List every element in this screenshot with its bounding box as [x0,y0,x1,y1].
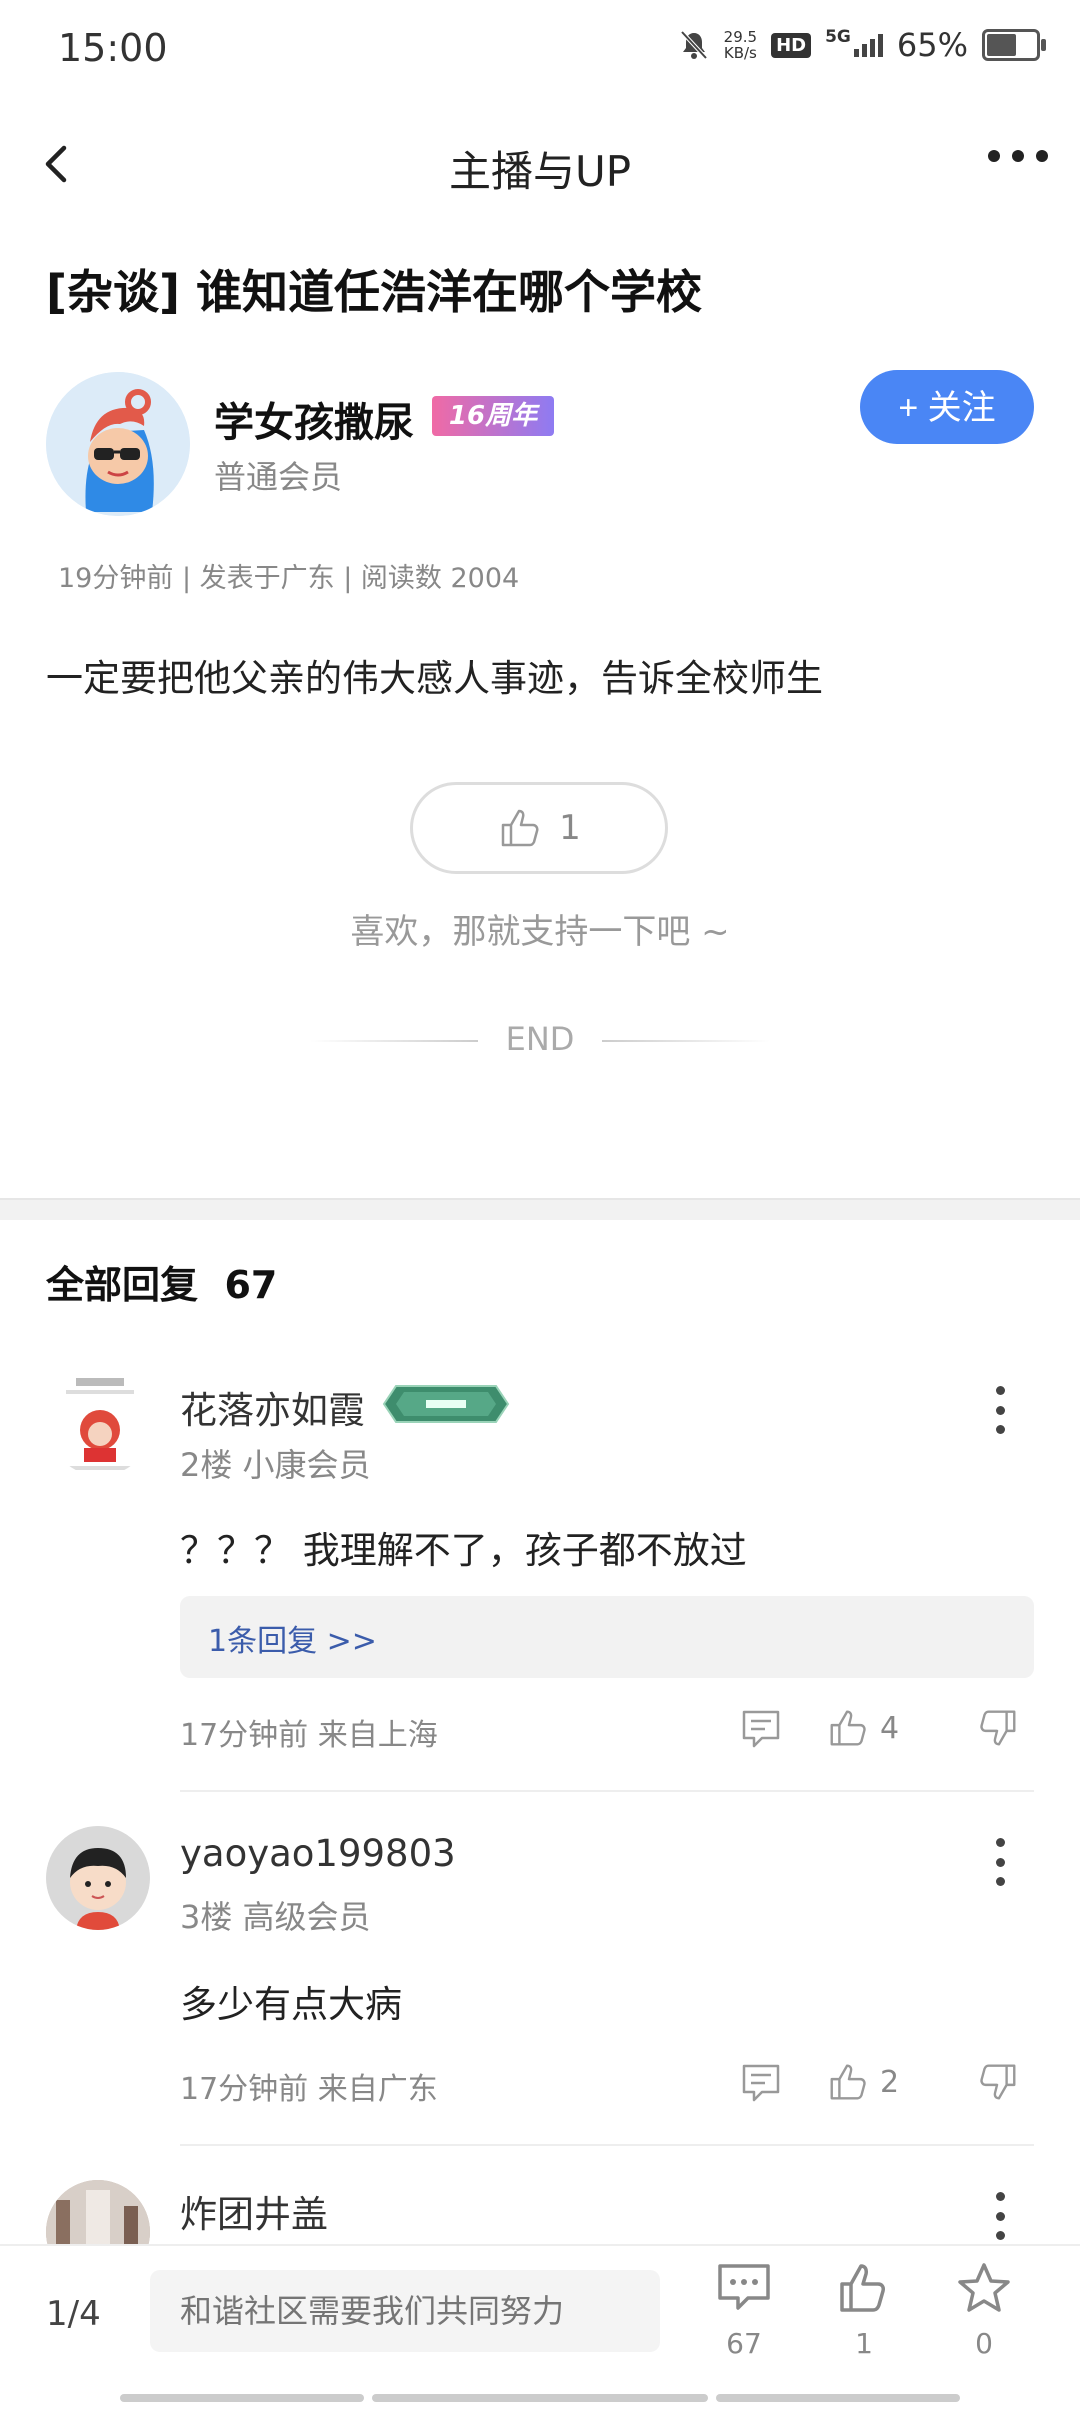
home-indicator-segment [372,2394,708,2402]
comment-time-location: 17分钟前 来自上海 [180,1718,438,1753]
support-text: 喜欢，那就支持一下吧 ~ [350,912,730,952]
follow-button[interactable]: + 关注 [860,370,1034,444]
comment-more-icon[interactable] [980,2186,1020,2246]
battery-icon [982,29,1046,61]
comment-body: 多少有点大病 [180,1983,402,2026]
comment-more-icon[interactable] [980,1380,1020,1440]
comments-button[interactable]: 67 [694,2262,794,2360]
comment-author-name[interactable]: 炸团井盖 [180,2184,328,2238]
comment-time-location: 17分钟前 来自广东 [180,2072,438,2107]
status-bar: 15:00 29.5 KB/s HD 5G 65% [0,0,1080,100]
anniversary-badge: 16周年 [432,396,554,436]
sub-replies-link[interactable]: 1条回复 >> [180,1596,1034,1678]
thumbs-up-icon [840,2264,885,2312]
mute-bell-icon [680,30,708,60]
favorite-button[interactable]: 0 [934,2262,1034,2360]
replies-header: 全部回复 67 [46,1263,278,1307]
comment-floor-level: 3楼 高级会员 [180,1898,371,1936]
status-time: 15:00 [58,26,168,70]
comment-input[interactable] [150,2270,660,2352]
author-level: 普通会员 [214,458,343,496]
level-badge-icon [382,1385,510,1423]
comment-like-button[interactable]: 2 [826,2060,899,2104]
post-like-button[interactable]: 1 [410,782,668,874]
post-content: 一定要把他父亲的伟大感人事迹，告诉全校师生 [46,657,823,700]
more-options-icon[interactable] [988,150,1048,162]
cartoon-avatar-icon [46,372,190,516]
bottom-action-bar: 1/4 67 1 0 [0,2244,1080,2410]
comment-body: ？？？ 我理解不了，孩子都不放过 [180,1529,747,1572]
reply-icon[interactable] [740,1708,782,1750]
post-like-count: 1 [559,808,581,848]
end-label: END [505,1020,575,1058]
like-button[interactable]: 1 [814,2262,914,2360]
thumbs-up-icon [830,2064,866,2100]
battery-percent: 65% [896,26,968,64]
replies-count: 67 [224,1263,278,1307]
post-meta: 19分钟前 | 发表于广东 | 阅读数 2004 [58,563,520,594]
thumbs-up-icon [501,809,539,847]
page-indicator[interactable]: 1/4 [46,2294,101,2334]
thumbs-down-icon[interactable] [976,1706,1020,1750]
comment-like-button[interactable]: 4 [826,1706,899,1750]
star-icon [958,2263,1010,2312]
status-icons: 29.5 KB/s HD 5G 65% [678,26,1046,64]
like-count: 1 [855,2327,873,2360]
net-speed: 29.5 KB/s [723,28,758,62]
post-title: [杂谈] 谁知道任浩洋在哪个学校 [46,265,703,319]
section-divider [0,1198,1080,1220]
reply-icon[interactable] [740,2062,782,2104]
top-nav-bar: 主播与UP [0,110,1080,220]
home-indicator-segment [716,2394,960,2402]
hd-badge: HD [771,32,812,58]
cartoon-boy-avatar-icon [46,1826,150,1930]
signal-5g-icon: 5G [825,27,883,57]
favorite-count: 0 [975,2327,993,2360]
comments-count: 67 [726,2327,762,2360]
author-name[interactable]: 学女孩撒尿 [214,390,414,448]
page-title: 主播与UP [448,147,632,196]
home-indicator-segment [120,2394,364,2402]
comment-separator [180,2144,1034,2146]
comment-more-icon[interactable] [980,1832,1020,1892]
comment-author-name[interactable]: 花落亦如霞 [180,1380,365,1434]
comment-like-count: 2 [880,2064,900,2100]
comment-author-name[interactable]: yaoyao199803 [180,1832,456,1875]
thumbs-up-icon [830,1710,866,1746]
comment-like-count: 4 [880,1710,900,1746]
comment-separator [180,1790,1034,1792]
comment-bubble-icon [718,2264,770,2310]
sticker-avatar-icon [48,1372,152,1476]
thumbs-down-icon[interactable] [976,2060,1020,2104]
comment-floor-level: 2楼 小康会员 [180,1446,371,1484]
comment-avatar[interactable] [46,1826,150,1930]
comment-avatar[interactable] [48,1372,152,1476]
author-avatar[interactable] [46,372,190,516]
